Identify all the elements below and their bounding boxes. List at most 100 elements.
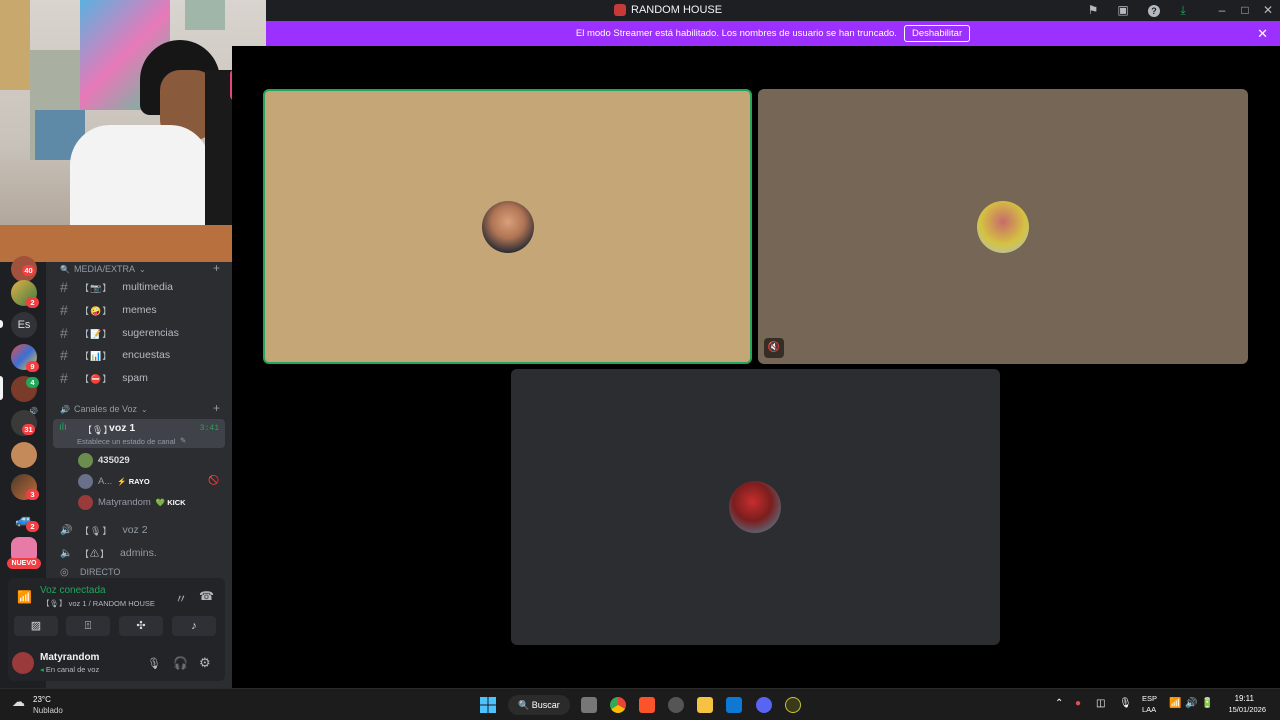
voice-location[interactable]: 【🎙】 voz 1 / RANDOM HOUSE: [42, 598, 155, 609]
activities-icon: ✣: [136, 620, 146, 632]
server-text-icon[interactable]: Es: [11, 312, 37, 338]
user-tag: ⚡ RAYO: [117, 477, 150, 486]
task-view-icon[interactable]: [581, 697, 597, 713]
soundboard-button[interactable]: ♪: [172, 616, 216, 636]
title-bar: RANDOM HOUSE ⚑ ▣ ? ⤓ – □ ✕: [266, 0, 1280, 21]
hash-icon: #: [60, 370, 68, 386]
voice-status[interactable]: Voz conectada: [40, 585, 106, 596]
chrome-icon[interactable]: [610, 697, 626, 713]
window-title-text: RANDOM HOUSE: [631, 4, 723, 16]
channel-emoji: 【🤪】: [80, 305, 113, 316]
speaker-icon: 🔊: [60, 524, 73, 536]
clock-time[interactable]: 19:11: [1235, 694, 1254, 703]
weather-desc[interactable]: Nublado: [33, 706, 63, 715]
voice-user-matyrandom[interactable]: Matyrandom 💚 KICK: [78, 494, 186, 511]
tray-app-icon[interactable]: ●: [1075, 698, 1081, 709]
language-layout[interactable]: LAA: [1142, 705, 1156, 714]
clock-date[interactable]: 15/01/2026: [1228, 705, 1266, 714]
file-explorer-icon[interactable]: [697, 697, 713, 713]
participant-tile[interactable]: [511, 369, 1000, 645]
store-icon[interactable]: [726, 697, 742, 713]
battery-icon[interactable]: 🔋: [1201, 698, 1213, 709]
channel-spam[interactable]: # 【⛔】 spam: [60, 369, 148, 387]
channel-voz-1-active[interactable]: ılı 【🎙】 voz 1 3:41 Establece un estado d…: [53, 419, 225, 448]
language-indicator[interactable]: ESP: [1142, 694, 1157, 703]
speaker-icon: 🔊: [60, 404, 70, 414]
speaker-icon: ◂: [40, 665, 44, 674]
category-voice[interactable]: 🔊 Canales de Voz ⌄: [60, 404, 148, 414]
channel-voz-2[interactable]: 🔊 【🎙】 voz 2: [60, 521, 148, 539]
weather-temp[interactable]: 23°C: [33, 695, 51, 704]
disconnect-icon[interactable]: ☎: [199, 589, 214, 603]
set-channel-status-link[interactable]: Establece un estado de canal: [77, 437, 175, 446]
chevron-up-icon[interactable]: ⌃: [1055, 698, 1063, 709]
channel-encuestas[interactable]: # 【📊】 encuestas: [60, 346, 170, 364]
gear-icon[interactable]: ⚙: [199, 655, 211, 671]
participant-tile[interactable]: 🔇: [758, 89, 1248, 364]
app-icon[interactable]: [785, 697, 801, 713]
channel-sugerencias[interactable]: # 【📝】 sugerencias: [60, 324, 179, 342]
maximize-icon[interactable]: □: [1237, 3, 1253, 17]
channel-emoji: 【📷】: [80, 282, 113, 293]
microphone-icon[interactable]: 🎙: [1119, 698, 1132, 709]
minimize-icon[interactable]: –: [1214, 3, 1230, 17]
channel-emoji: 【🎙】: [80, 525, 113, 536]
selected-indicator: [0, 376, 3, 400]
voice-wave-icon: ılı: [59, 422, 67, 433]
chevron-down-icon: ⌄: [138, 264, 146, 274]
participant-tile-speaking[interactable]: [263, 89, 752, 364]
pencil-icon[interactable]: ✎: [180, 436, 186, 445]
inbox-icon[interactable]: ▣: [1115, 3, 1131, 17]
wifi-icon[interactable]: 📶: [1169, 698, 1181, 709]
connection-signal-icon[interactable]: 📶: [17, 590, 32, 604]
deafened-icon: 🚫: [208, 475, 220, 485]
headphones-icon[interactable]: 🎧: [173, 656, 188, 670]
close-icon[interactable]: ✕: [1257, 26, 1268, 42]
window-title: RANDOM HOUSE: [614, 4, 722, 16]
user-avatar[interactable]: [12, 652, 34, 674]
weather-icon[interactable]: ☁: [12, 694, 25, 710]
category-label: Canales de Voz: [73, 404, 138, 414]
windows-start-icon[interactable]: [480, 697, 496, 713]
voice-user-435029[interactable]: 435029: [78, 452, 130, 469]
discord-icon[interactable]: [756, 697, 772, 713]
camera-button[interactable]: ▨: [14, 616, 58, 636]
channel-emoji: 【📊】: [80, 350, 113, 361]
microphone-icon[interactable]: 🎙: [147, 657, 161, 670]
close-icon[interactable]: ✕: [1260, 3, 1276, 17]
notification-badge: 9: [26, 361, 39, 372]
tray-app-icon[interactable]: ◫: [1096, 698, 1105, 709]
add-channel-icon[interactable]: +: [213, 261, 220, 275]
add-channel-icon[interactable]: +: [213, 401, 220, 415]
channel-name: voz 1: [109, 422, 136, 434]
help-icon[interactable]: ?: [1146, 3, 1162, 17]
new-badge: NUEVO: [7, 558, 41, 569]
disable-streamer-button[interactable]: Deshabilitar: [903, 25, 971, 42]
current-username[interactable]: Matyrandom: [40, 652, 99, 663]
windows-taskbar: ☁ 23°C Nublado 🔍 Buscar ⌃ ● ◫ 🎙 ESP LAA …: [0, 688, 1280, 720]
download-icon[interactable]: ⤓: [1175, 3, 1191, 17]
server-icon[interactable]: [11, 442, 37, 468]
channel-multimedia[interactable]: # 【📷】 multimedia: [60, 278, 173, 296]
brave-icon[interactable]: [639, 697, 655, 713]
lock-speaker-icon: 🔈: [60, 547, 73, 559]
channel-memes[interactable]: # 【🤪】 memes: [60, 301, 157, 319]
app-icon[interactable]: [668, 697, 684, 713]
taskbar-search[interactable]: 🔍 Buscar: [508, 695, 570, 715]
flag-icon[interactable]: ⚑: [1085, 3, 1101, 17]
voice-user-a[interactable]: A... ⚡ RAYO: [78, 473, 150, 490]
category-media[interactable]: 🔍 MEDIA/EXTRA ⌄: [60, 264, 146, 274]
activities-button[interactable]: ✣: [119, 616, 163, 636]
deafened-icon: 🔇: [764, 338, 784, 358]
screen-share-button[interactable]: ⍐: [66, 616, 110, 636]
video-stage: 🔇: [232, 46, 1280, 688]
channel-admins[interactable]: 🔈 【⚠】 admins.: [60, 544, 157, 562]
volume-icon[interactable]: 🔊: [1185, 698, 1197, 709]
search-icon: 🔍: [518, 700, 530, 710]
channel-directo[interactable]: ◎ DIRECTO: [60, 567, 120, 577]
banner-message: El modo Streamer está habilitado. Los no…: [575, 28, 897, 39]
noise-suppression-icon[interactable]: 〃: [175, 590, 187, 607]
camera-off-icon: ▨: [30, 620, 42, 632]
search-label: Buscar: [531, 700, 560, 710]
notification-badge: 3: [26, 489, 39, 500]
